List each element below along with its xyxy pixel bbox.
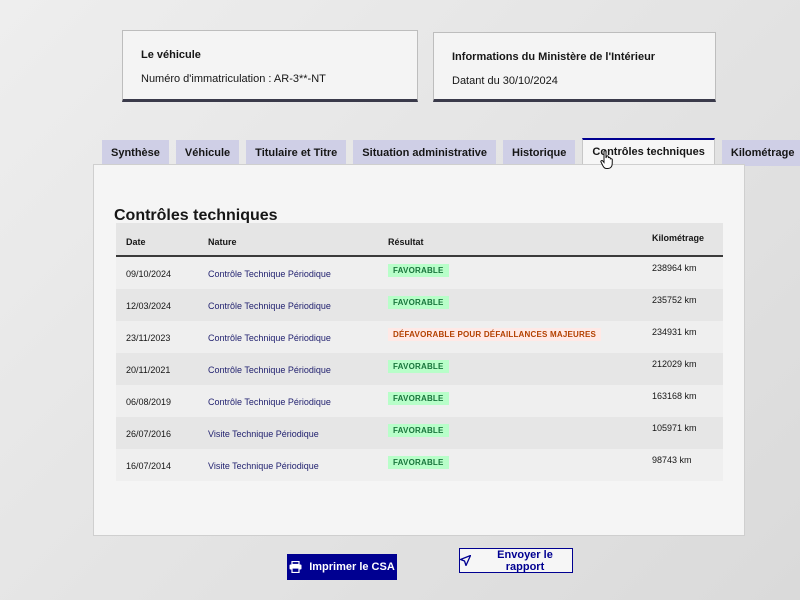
header-km: Kilométrage: [652, 233, 705, 243]
row-km: 163168 km: [652, 391, 697, 401]
table-header: Date Nature Résultat Kilométrage: [116, 223, 723, 257]
result-badge: FAVORABLE: [388, 360, 449, 373]
vehicle-card-title: Le véhicule: [141, 49, 201, 61]
row-km: 238964 km: [652, 263, 697, 273]
tab-situation-administrative[interactable]: Situation administrative: [353, 140, 496, 166]
row-km: 105971 km: [652, 423, 697, 433]
hand-pointer-icon: [600, 150, 614, 170]
result-badge: DÉFAVORABLE POUR DÉFAILLANCES MAJEURES: [388, 328, 602, 341]
header-nature: Nature: [208, 237, 237, 247]
row-km: 212029 km: [652, 359, 697, 369]
print-csa-label: Imprimer le CSA: [309, 561, 395, 573]
row-date: 23/11/2023: [126, 333, 171, 343]
tab-synthese[interactable]: Synthèse: [102, 140, 169, 166]
result-badge: FAVORABLE: [388, 264, 449, 277]
tab-vehicule[interactable]: Véhicule: [175, 140, 240, 166]
result-badge: FAVORABLE: [388, 296, 449, 309]
send-arrow-icon: [460, 555, 471, 566]
row-nature: Contrôle Technique Périodique: [208, 333, 331, 343]
screen: Le véhicule Numéro d'immatriculation : A…: [0, 0, 800, 600]
tab-historique[interactable]: Historique: [503, 140, 576, 166]
print-csa-button[interactable]: Imprimer le CSA: [287, 554, 397, 580]
row-date: 09/10/2024: [126, 269, 172, 279]
table-row: 23/11/2023 Contrôle Technique Périodique…: [116, 321, 723, 353]
table-row: 26/07/2016 Visite Technique Périodique F…: [116, 417, 723, 449]
ministry-data-date: Datant du 30/10/2024: [452, 75, 558, 87]
row-date: 06/08/2019: [126, 397, 172, 407]
send-report-label: Envoyer le rapport: [497, 548, 553, 573]
row-date: 26/07/2016: [126, 429, 172, 439]
row-nature: Contrôle Technique Périodique: [208, 397, 331, 407]
ministry-info-card: Informations du Ministère de l'Intérieur…: [433, 32, 716, 102]
row-nature: Contrôle Technique Périodique: [208, 269, 331, 279]
table-row: 16/07/2014 Visite Technique Périodique F…: [116, 449, 723, 481]
table-body: 09/10/2024 Contrôle Technique Périodique…: [116, 257, 723, 481]
tab-titulaire-et-titre[interactable]: Titulaire et Titre: [246, 140, 347, 166]
row-date: 12/03/2024: [126, 301, 172, 311]
ministry-card-title: Informations du Ministère de l'Intérieur: [452, 51, 656, 63]
tab-bar: Synthèse Véhicule Titulaire et Titre Sit…: [102, 138, 800, 166]
registration-number: Numéro d'immatriculation : AR-3**-NT: [141, 73, 326, 85]
row-nature: Visite Technique Périodique: [208, 461, 319, 471]
table-row: 12/03/2024 Contrôle Technique Périodique…: [116, 289, 723, 321]
tab-panel: Contrôles techniques Date Nature Résulta…: [93, 164, 745, 536]
result-badge: FAVORABLE: [388, 392, 449, 405]
send-report-button[interactable]: Envoyer le rapport: [459, 548, 573, 573]
table-row: 20/11/2021 Contrôle Technique Périodique…: [116, 353, 723, 385]
row-date: 16/07/2014: [126, 461, 172, 471]
printer-icon: [289, 561, 302, 573]
vehicle-info-card: Le véhicule Numéro d'immatriculation : A…: [122, 30, 418, 102]
header-result: Résultat: [388, 237, 424, 247]
row-date: 20/11/2021: [126, 365, 171, 375]
row-nature: Visite Technique Périodique: [208, 429, 319, 439]
row-km: 98743 km: [652, 455, 692, 465]
table-row: 06/08/2019 Contrôle Technique Périodique…: [116, 385, 723, 417]
result-badge: FAVORABLE: [388, 424, 449, 437]
row-km: 235752 km: [652, 295, 697, 305]
header-date: Date: [126, 237, 146, 247]
result-badge: FAVORABLE: [388, 456, 449, 469]
row-nature: Contrôle Technique Périodique: [208, 301, 331, 311]
row-km: 234931 km: [652, 327, 697, 337]
row-nature: Contrôle Technique Périodique: [208, 365, 331, 375]
controls-table: Date Nature Résultat Kilométrage 09/10/2…: [116, 223, 723, 481]
table-row: 09/10/2024 Contrôle Technique Périodique…: [116, 257, 723, 289]
tab-kilometrage[interactable]: Kilométrage: [721, 140, 800, 166]
